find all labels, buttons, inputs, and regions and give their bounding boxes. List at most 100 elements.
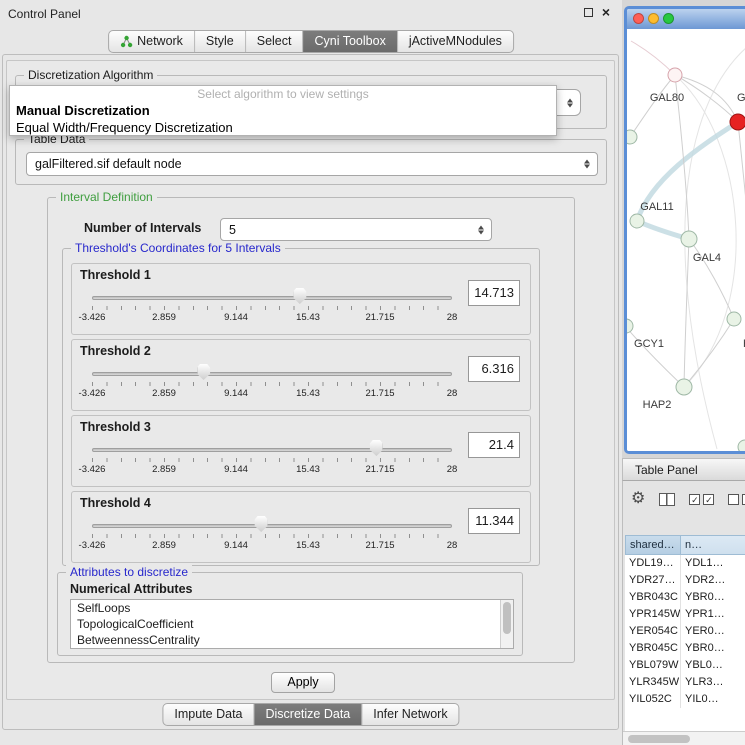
table-cell[interactable]: YIL0… [681, 691, 745, 708]
table-cell[interactable]: YPR1… [681, 606, 745, 623]
combo-arrows-icon [584, 160, 590, 169]
table-row[interactable]: YPR145W YPR1… [625, 606, 745, 623]
table-cell[interactable]: YBR0… [681, 589, 745, 606]
numerical-attributes-list[interactable]: SelfLoops TopologicalCoefficient Between… [70, 599, 514, 649]
table-row[interactable]: YBR043C YBR0… [625, 589, 745, 606]
slider-thumb[interactable] [293, 288, 306, 304]
table-cell[interactable]: YBL079W [625, 657, 681, 674]
table-cell[interactable]: YDL19… [625, 555, 681, 572]
table-cell[interactable]: YBR0… [681, 640, 745, 657]
threshold-coordinates-group: Threshold's Coordinates for 5 Intervals … [62, 248, 540, 566]
network-node[interactable] [668, 68, 682, 82]
tab-label: Style [206, 31, 234, 52]
list-item[interactable]: BetweennessCentrality [71, 632, 513, 648]
tab-infer-network[interactable]: Infer Network [362, 704, 458, 725]
network-node[interactable] [738, 440, 745, 451]
network-edge[interactable] [630, 75, 675, 137]
list-scrollbar[interactable] [500, 600, 513, 648]
table-horizontal-scrollbar[interactable] [623, 731, 745, 745]
tab-select[interactable]: Select [246, 31, 304, 52]
network-edge[interactable] [627, 326, 684, 387]
slider-track[interactable] [92, 524, 452, 528]
network-node[interactable] [630, 214, 644, 228]
table-row[interactable]: YDL19… YDL1… [625, 555, 745, 572]
zoom-button[interactable] [663, 13, 674, 24]
table-row[interactable]: YDR27… YDR2… [625, 572, 745, 589]
network-view-window: GAL80 GA GAL11 GAL4 GCY1 H HAP2 [624, 6, 745, 454]
column-header-shared-name[interactable]: shared… [625, 535, 681, 555]
slider-thumb[interactable] [255, 516, 268, 532]
network-edge[interactable] [738, 122, 745, 309]
threshold-2-slider[interactable]: -3.426 2.859 9.144 15.43 21.715 28 [92, 364, 452, 408]
list-item[interactable]: TopologicalCoefficient [71, 616, 513, 632]
table-data-combobox[interactable]: galFiltered.sif default node [26, 152, 598, 176]
threshold-2-panel: Threshold 2 -3.426 2.859 9.144 15.43 21.… [71, 339, 531, 411]
table-row[interactable]: YBL079W YBL0… [625, 657, 745, 674]
network-node-selected[interactable] [730, 114, 745, 130]
float-window-icon[interactable] [584, 8, 593, 17]
slider-track[interactable] [92, 448, 452, 452]
table-row[interactable]: YIL052C YIL0… [625, 691, 745, 708]
table-cell[interactable]: YBR043C [625, 589, 681, 606]
column-header-name[interactable]: n… [681, 535, 745, 555]
slider-ticks [92, 458, 452, 462]
threshold-3-value-field[interactable]: 21.4 [468, 432, 520, 458]
table-cell[interactable]: YER054C [625, 623, 681, 640]
tab-style[interactable]: Style [195, 31, 246, 52]
table-cell[interactable]: YBL0… [681, 657, 745, 674]
network-node[interactable] [676, 379, 692, 395]
close-button[interactable] [633, 13, 644, 24]
columns-icon[interactable] [659, 493, 675, 506]
network-node[interactable] [681, 231, 697, 247]
threshold-3-slider[interactable]: -3.426 2.859 9.144 15.43 21.715 28 [92, 440, 452, 484]
tab-impute-data[interactable]: Impute Data [163, 704, 254, 725]
threshold-2-value-field[interactable]: 6.316 [468, 356, 520, 382]
network-edge [631, 41, 675, 75]
scrollbar-thumb[interactable] [503, 602, 511, 634]
table-cell[interactable]: YPR145W [625, 606, 681, 623]
table-row[interactable]: YER054C YER0… [625, 623, 745, 640]
close-window-icon[interactable]: × [602, 7, 610, 17]
threshold-4-slider[interactable]: -3.426 2.859 9.144 15.43 21.715 28 [92, 516, 452, 560]
table-row[interactable]: YLR345W YLR3… [625, 674, 745, 691]
network-node[interactable] [627, 130, 637, 144]
tab-cyni-toolbox[interactable]: Cyni Toolbox [303, 31, 397, 52]
table-cell[interactable]: YIL052C [625, 691, 681, 708]
table-row[interactable]: YBR045C YBR0… [625, 640, 745, 657]
slider-thumb[interactable] [370, 440, 383, 456]
select-all-columns-icon[interactable]: ✓ ✓ [689, 494, 714, 505]
network-canvas[interactable]: GAL80 GA GAL11 GAL4 GCY1 H HAP2 [627, 29, 745, 451]
select-none-columns-icon[interactable] [728, 494, 745, 505]
scrollbar-thumb[interactable] [628, 735, 690, 743]
dropdown-option-manual-discretization[interactable]: Manual Discretization [10, 102, 556, 119]
table-cell[interactable]: YDR2… [681, 572, 745, 589]
tab-discretize-data[interactable]: Discretize Data [255, 704, 363, 725]
apply-button[interactable]: Apply [271, 672, 335, 693]
table-cell[interactable]: YBR045C [625, 640, 681, 657]
list-item[interactable]: SelfLoops [71, 600, 513, 616]
tab-network[interactable]: Network [109, 31, 195, 52]
table-cell[interactable]: YDL1… [681, 555, 745, 572]
minimize-button[interactable] [648, 13, 659, 24]
threshold-1-slider[interactable]: -3.426 2.859 9.144 15.43 21.715 28 [92, 288, 452, 332]
algorithm-dropdown-popup: Select algorithm to view settings Manual… [9, 85, 557, 136]
settings-gear-icon[interactable]: ⚙ [631, 489, 645, 509]
table-cell[interactable]: YLR3… [681, 674, 745, 691]
node-label: GAL4 [693, 252, 721, 264]
numerical-attributes-label: Numerical Attributes [70, 582, 192, 596]
dropdown-option-equal-width-frequency[interactable]: Equal Width/Frequency Discretization [10, 119, 556, 136]
slider-thumb[interactable] [197, 364, 210, 380]
table-cell[interactable]: YLR345W [625, 674, 681, 691]
threshold-1-value-field[interactable]: 14.713 [468, 280, 520, 306]
network-node[interactable] [727, 312, 741, 326]
table-cell[interactable]: YER0… [681, 623, 745, 640]
table-cell[interactable]: YDR27… [625, 572, 681, 589]
network-node[interactable] [627, 319, 633, 333]
slider-track[interactable] [92, 372, 452, 376]
table-header-row: shared… n… [625, 535, 745, 555]
slider-track[interactable] [92, 296, 452, 300]
table-toolbar: ⚙ ✓ ✓ [631, 487, 745, 511]
tab-jactivemnodules[interactable]: jActiveMNodules [398, 31, 513, 52]
number-of-intervals-combobox[interactable]: 5 [220, 218, 492, 241]
threshold-4-value-field[interactable]: 11.344 [468, 508, 520, 534]
